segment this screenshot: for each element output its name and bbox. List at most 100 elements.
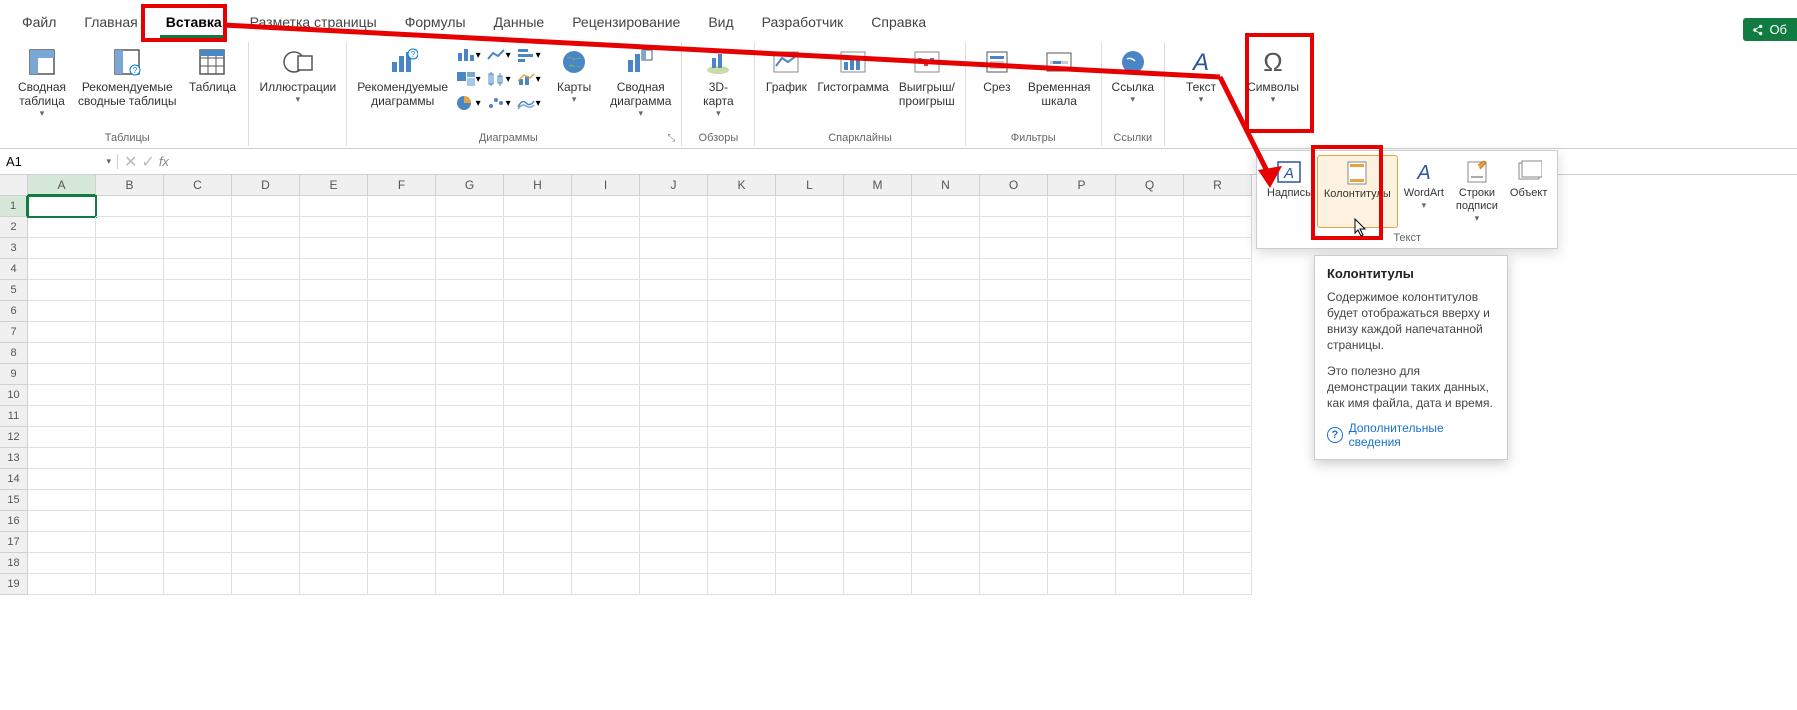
cell[interactable] xyxy=(232,427,300,448)
column-header[interactable]: H xyxy=(504,175,572,196)
cell[interactable] xyxy=(28,406,96,427)
cell[interactable] xyxy=(912,490,980,511)
cell[interactable] xyxy=(1116,406,1184,427)
cell[interactable] xyxy=(232,511,300,532)
cell[interactable] xyxy=(28,217,96,238)
cell[interactable] xyxy=(572,217,640,238)
cell[interactable] xyxy=(164,406,232,427)
cell[interactable] xyxy=(572,490,640,511)
cell[interactable] xyxy=(96,364,164,385)
cell[interactable] xyxy=(980,427,1048,448)
name-box[interactable]: ▾ xyxy=(0,154,118,169)
maps-button[interactable]: Карты ▾ xyxy=(544,44,604,107)
cell[interactable] xyxy=(572,532,640,553)
cell[interactable] xyxy=(844,448,912,469)
cell[interactable] xyxy=(980,280,1048,301)
cell[interactable] xyxy=(912,406,980,427)
cell[interactable] xyxy=(96,532,164,553)
cell[interactable] xyxy=(912,301,980,322)
cell[interactable] xyxy=(28,259,96,280)
cell[interactable] xyxy=(504,343,572,364)
tab-page-layout[interactable]: Разметка страницы xyxy=(236,6,391,38)
row-header[interactable]: 5 xyxy=(0,280,28,301)
cell[interactable] xyxy=(164,532,232,553)
cell[interactable] xyxy=(300,469,368,490)
cell[interactable] xyxy=(436,532,504,553)
cell[interactable] xyxy=(708,511,776,532)
cell[interactable] xyxy=(844,238,912,259)
cell[interactable] xyxy=(436,364,504,385)
cell[interactable] xyxy=(368,574,436,595)
cell[interactable] xyxy=(232,448,300,469)
cell[interactable] xyxy=(504,238,572,259)
cell[interactable] xyxy=(504,448,572,469)
row-header[interactable]: 4 xyxy=(0,259,28,280)
cell[interactable] xyxy=(436,238,504,259)
cell[interactable] xyxy=(232,259,300,280)
cell[interactable] xyxy=(640,490,708,511)
tab-developer[interactable]: Разработчик xyxy=(748,6,858,38)
cell[interactable] xyxy=(640,427,708,448)
combo-chart-icon[interactable]: ▾ xyxy=(514,68,542,90)
cell[interactable] xyxy=(1184,196,1252,217)
cell[interactable] xyxy=(96,574,164,595)
cell[interactable] xyxy=(640,343,708,364)
cell[interactable] xyxy=(232,490,300,511)
cell[interactable] xyxy=(640,385,708,406)
cell[interactable] xyxy=(368,343,436,364)
cell[interactable] xyxy=(300,238,368,259)
cell[interactable] xyxy=(300,574,368,595)
cell[interactable] xyxy=(912,448,980,469)
cell[interactable] xyxy=(708,280,776,301)
cell[interactable] xyxy=(96,259,164,280)
link-button[interactable]: Ссылка ▾ xyxy=(1108,44,1158,107)
cell[interactable] xyxy=(28,511,96,532)
cell[interactable] xyxy=(980,385,1048,406)
cell[interactable] xyxy=(708,238,776,259)
cell[interactable] xyxy=(28,574,96,595)
symbols-button[interactable]: Ω Символы ▾ xyxy=(1243,44,1303,107)
cell[interactable] xyxy=(96,196,164,217)
cell[interactable] xyxy=(1048,469,1116,490)
cell[interactable] xyxy=(96,490,164,511)
cell[interactable] xyxy=(572,280,640,301)
cell[interactable] xyxy=(980,238,1048,259)
column-header[interactable]: Q xyxy=(1116,175,1184,196)
cell[interactable] xyxy=(504,553,572,574)
cell[interactable] xyxy=(1048,490,1116,511)
cell[interactable] xyxy=(1116,343,1184,364)
cell[interactable] xyxy=(300,532,368,553)
cell[interactable] xyxy=(844,259,912,280)
cell[interactable] xyxy=(640,280,708,301)
header-footer-button[interactable]: Колонтитулы xyxy=(1317,155,1398,228)
cell[interactable] xyxy=(164,301,232,322)
cell[interactable] xyxy=(640,469,708,490)
row-header[interactable]: 11 xyxy=(0,406,28,427)
cell[interactable] xyxy=(300,280,368,301)
cell[interactable] xyxy=(912,511,980,532)
cell[interactable] xyxy=(164,553,232,574)
cell[interactable] xyxy=(1116,196,1184,217)
cell[interactable] xyxy=(844,469,912,490)
row-header[interactable]: 18 xyxy=(0,553,28,574)
cell[interactable] xyxy=(232,196,300,217)
cell[interactable] xyxy=(28,364,96,385)
cell[interactable] xyxy=(980,196,1048,217)
row-header[interactable]: 14 xyxy=(0,469,28,490)
cell[interactable] xyxy=(368,364,436,385)
cell[interactable] xyxy=(368,427,436,448)
cell[interactable] xyxy=(1048,364,1116,385)
cell[interactable] xyxy=(1048,427,1116,448)
cell[interactable] xyxy=(640,322,708,343)
cell[interactable] xyxy=(232,553,300,574)
cell[interactable] xyxy=(708,427,776,448)
cell[interactable] xyxy=(504,301,572,322)
cell[interactable] xyxy=(436,259,504,280)
cell[interactable] xyxy=(640,238,708,259)
cell[interactable] xyxy=(436,385,504,406)
cell[interactable] xyxy=(776,259,844,280)
cell[interactable] xyxy=(708,385,776,406)
line-chart-icon[interactable]: ▾ xyxy=(484,44,512,66)
cell[interactable] xyxy=(368,469,436,490)
cell[interactable] xyxy=(300,511,368,532)
